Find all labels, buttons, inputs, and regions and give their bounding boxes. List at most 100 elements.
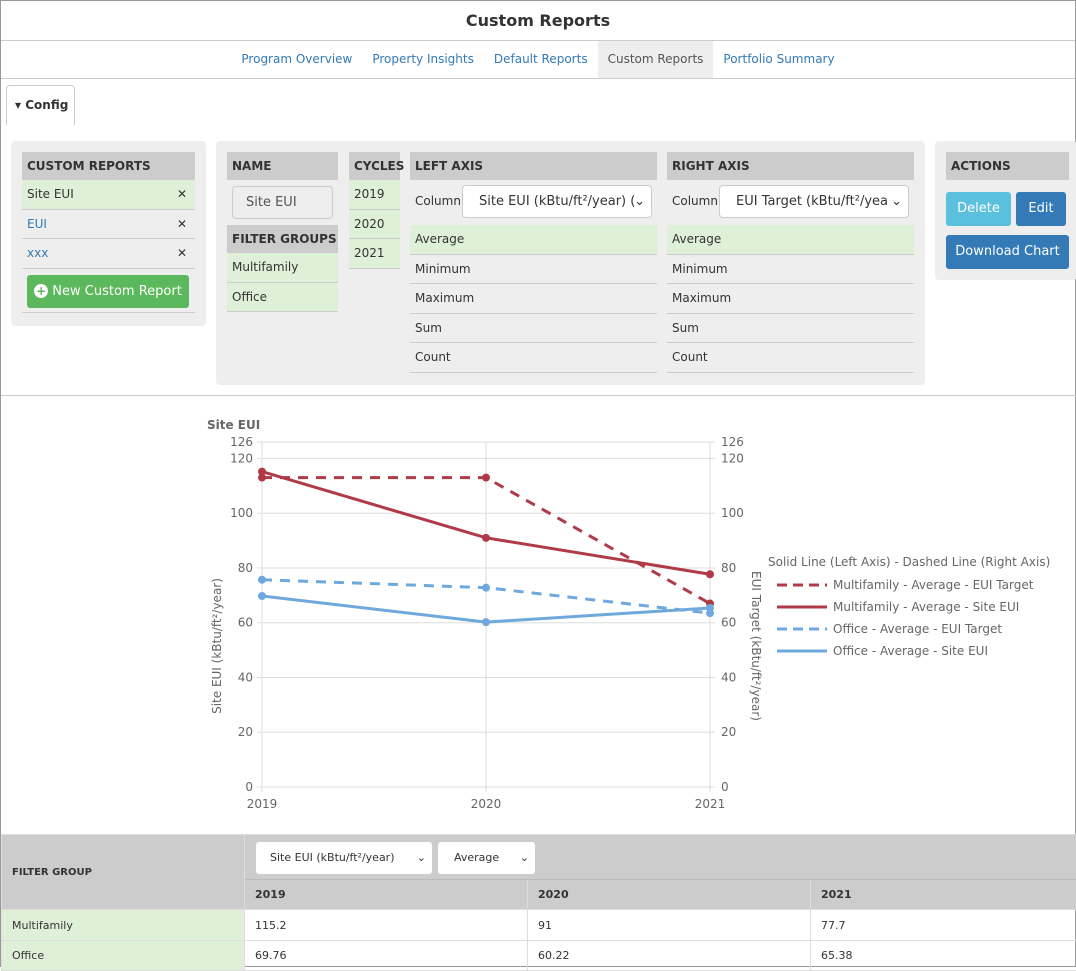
actions-header: ACTIONS [946, 152, 1069, 180]
chart-area: Site EUI Site EUI (kBtu/ft²/year) EUI Ta… [1, 395, 1076, 833]
close-icon[interactable]: ✕ [177, 210, 187, 239]
custom-reports-header: CUSTOM REPORTS [22, 152, 195, 180]
y2-tick-label: 100 [721, 506, 744, 520]
right-column-value: EUI Target (kBtu/ft²/yea [736, 194, 888, 209]
y-tick-label: 126 [230, 435, 253, 449]
tab-portfolio-summary[interactable]: Portfolio Summary [713, 41, 844, 78]
report-config-panel: NAME FILTER GROUPS Multifamily Office CY… [216, 141, 925, 385]
left-column-select[interactable]: Site EUI (kBtu/ft²/year) (⌄ [462, 185, 652, 218]
chevron-down-icon: ⌄ [891, 186, 902, 217]
cycle-item[interactable]: 2019 [349, 180, 400, 210]
delete-button[interactable]: Delete [946, 192, 1011, 226]
value-cell: 115.2 [245, 910, 528, 941]
value-cell: 65.38 [811, 941, 1076, 971]
download-chart-button[interactable]: Download Chart [946, 235, 1069, 269]
value-cell: 91 [528, 910, 811, 941]
legend-title: Solid Line (Left Axis) - Dashed Line (Ri… [768, 555, 1050, 569]
table-column-value: Site EUI (kBtu/ft²/year) [270, 851, 395, 864]
filter-group-item[interactable]: Multifamily [227, 253, 338, 283]
y-tick-label: 100 [230, 506, 253, 520]
value-cell: 77.7 [811, 910, 1076, 941]
left-axis-header: LEFT AXIS [410, 152, 657, 180]
left-column-value: Site EUI (kBtu/ft²/year) ( [479, 194, 635, 209]
right-column-label: Column [672, 194, 718, 208]
close-icon[interactable]: ✕ [177, 239, 187, 268]
edit-button[interactable]: Edit [1016, 192, 1066, 226]
table-agg-select[interactable]: Average⌄ [438, 842, 535, 874]
data-point [482, 584, 490, 592]
y-tick-label: 20 [238, 725, 253, 739]
right-agg-item[interactable]: Minimum [667, 255, 914, 285]
y-tick-label: 60 [238, 616, 253, 630]
data-point [706, 570, 714, 578]
data-point [482, 618, 490, 626]
data-point [258, 592, 266, 600]
report-item[interactable]: Site EUI ✕ [22, 180, 195, 210]
cycle-item[interactable]: 2021 [349, 239, 400, 269]
y-tick-label: 40 [238, 670, 253, 684]
left-agg-item[interactable]: Sum [410, 314, 657, 344]
chevron-down-icon: ⌄ [634, 186, 645, 217]
filter-groups-header: FILTER GROUPS [227, 225, 338, 253]
tab-program-overview[interactable]: Program Overview [231, 41, 362, 78]
legend-entry[interactable]: Multifamily - Average - Site EUI [833, 600, 1019, 614]
y-axis-label: Site EUI (kBtu/ft²/year) [210, 578, 224, 714]
legend-entry[interactable]: Office - Average - EUI Target [833, 622, 1002, 636]
right-agg-item[interactable]: Average [667, 225, 914, 255]
data-point [482, 474, 490, 482]
value-cell: 69.76 [245, 941, 528, 971]
report-label: Site EUI [27, 187, 74, 201]
config-tab[interactable]: ▾ Config [6, 85, 75, 125]
y-tick-label: 120 [230, 451, 253, 465]
group-cell: Office [2, 941, 245, 971]
filter-group-header: FILTER GROUP [2, 835, 245, 910]
cycle-item[interactable]: 2020 [349, 210, 400, 240]
close-icon[interactable]: ✕ [177, 180, 187, 209]
year-header: 2020 [528, 880, 811, 910]
left-agg-item[interactable]: Maximum [410, 284, 657, 314]
right-axis-header: RIGHT AXIS [667, 152, 914, 180]
report-item[interactable]: EUI ✕ [22, 210, 195, 240]
table-column-select[interactable]: Site EUI (kBtu/ft²/year)⌄ [256, 842, 432, 874]
y-tick-label: 0 [245, 780, 253, 794]
new-report-label: New Custom Report [52, 284, 182, 299]
left-agg-item[interactable]: Count [410, 343, 657, 373]
nav-tabs: Program Overview Property Insights Defau… [1, 41, 1075, 79]
data-point [258, 468, 266, 476]
report-label: xxx [27, 246, 48, 260]
table-row: Multifamily115.29177.7 [2, 910, 1076, 941]
report-label: EUI [27, 217, 47, 231]
y2-axis-label: EUI Target (kBtu/ft²/year) [749, 571, 763, 721]
plus-circle-icon: + [34, 284, 48, 298]
tab-custom-reports[interactable]: Custom Reports [598, 41, 714, 78]
left-agg-item[interactable]: Minimum [410, 255, 657, 285]
tab-property-insights[interactable]: Property Insights [362, 41, 484, 78]
caret-down-icon: ▾ [15, 98, 21, 112]
group-cell: Multifamily [2, 910, 245, 941]
data-point [482, 534, 490, 542]
tab-default-reports[interactable]: Default Reports [484, 41, 598, 78]
legend-entry[interactable]: Multifamily - Average - EUI Target [833, 578, 1034, 592]
y-tick-label: 80 [238, 561, 253, 575]
data-table: FILTER GROUP Site EUI (kBtu/ft²/year)⌄ A… [1, 834, 1076, 971]
name-input[interactable] [232, 186, 333, 219]
y2-tick-label: 120 [721, 451, 744, 465]
y2-tick-label: 40 [721, 670, 736, 684]
right-agg-item[interactable]: Count [667, 343, 914, 373]
right-column-select[interactable]: EUI Target (kBtu/ft²/yea⌄ [719, 185, 909, 218]
new-custom-report-button[interactable]: + New Custom Report [27, 275, 189, 308]
x-tick-label: 2021 [695, 797, 726, 811]
y2-tick-label: 80 [721, 561, 736, 575]
report-item[interactable]: xxx ✕ [22, 239, 195, 269]
legend-entry[interactable]: Office - Average - Site EUI [833, 644, 988, 658]
value-cell: 60.22 [528, 941, 811, 971]
right-agg-item[interactable]: Sum [667, 314, 914, 344]
page-title: Custom Reports [1, 1, 1075, 41]
right-agg-item[interactable]: Maximum [667, 284, 914, 314]
line-chart: Site EUI Site EUI (kBtu/ft²/year) EUI Ta… [1, 396, 1076, 834]
filter-group-item[interactable]: Office [227, 283, 338, 313]
custom-reports-panel: CUSTOM REPORTS Site EUI ✕ EUI ✕ xxx ✕ + New… [11, 141, 206, 326]
y2-tick-label: 20 [721, 725, 736, 739]
table-row: Office69.7660.2265.38 [2, 941, 1076, 971]
left-agg-item[interactable]: Average [410, 225, 657, 255]
